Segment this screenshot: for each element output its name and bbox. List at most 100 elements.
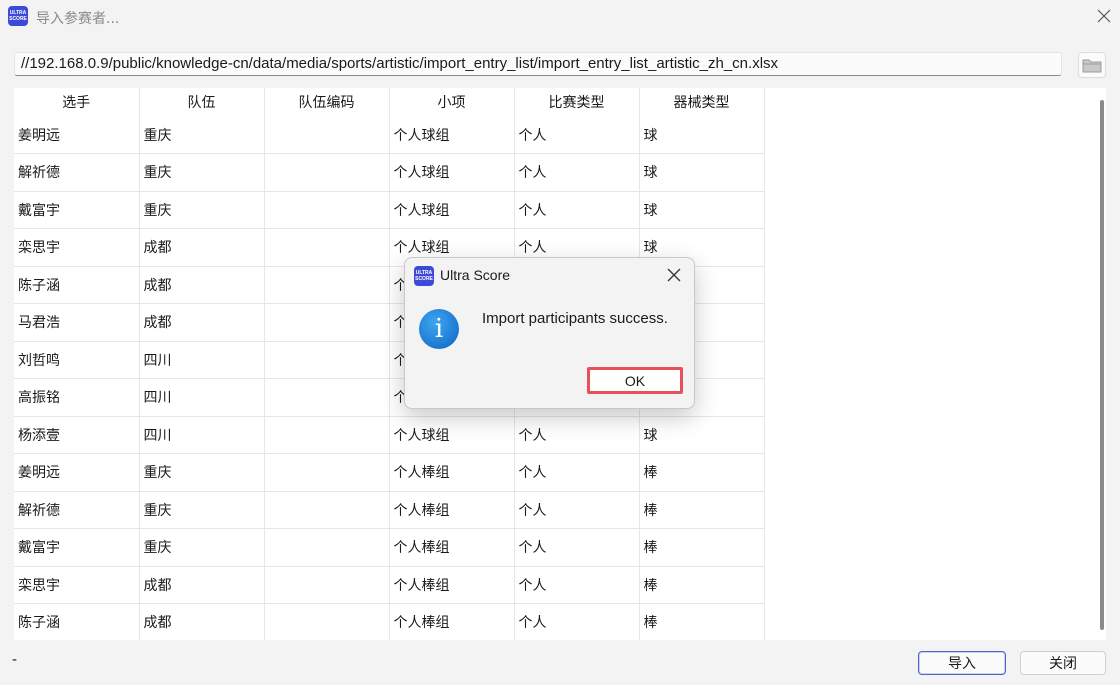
table-cell[interactable]: 栾思宇: [14, 566, 140, 604]
table-cell[interactable]: 球: [639, 191, 765, 229]
table-cell[interactable]: 高振铭: [14, 378, 140, 417]
table-cell[interactable]: 个人棒组: [389, 453, 515, 492]
table-cell[interactable]: [264, 453, 390, 492]
table-cell[interactable]: 个人球组: [389, 416, 515, 454]
table-cell[interactable]: [264, 266, 390, 304]
table-row[interactable]: 姜明远 重庆 个人球组 个人球: [14, 116, 765, 154]
table-cell[interactable]: 解祈德: [14, 153, 140, 192]
table-cell[interactable]: 棒: [639, 566, 765, 604]
table-cell[interactable]: 棒: [639, 453, 765, 492]
dialog-app-logo: ULTRA SCORE: [414, 266, 434, 286]
table-cell[interactable]: [264, 528, 390, 567]
table-row[interactable]: 姜明远 重庆 个人棒组 个人棒: [14, 453, 765, 492]
table-header-row: 选手 队伍 队伍编码 小项 比赛类型 器械类型: [14, 88, 765, 116]
window-close-button[interactable]: [1094, 6, 1114, 26]
table-cell[interactable]: 个人: [514, 153, 640, 192]
table-cell[interactable]: 戴富宇: [14, 191, 140, 229]
table-cell[interactable]: 球: [639, 416, 765, 454]
table-cell[interactable]: 重庆: [139, 116, 265, 154]
close-icon: [667, 268, 681, 282]
table-row[interactable]: 杨添壹 四川 个人球组 个人球: [14, 416, 765, 454]
table-cell[interactable]: 个人球组: [389, 191, 515, 229]
dialog-title: Ultra Score: [440, 267, 511, 283]
header-cell[interactable]: 队伍编码: [264, 88, 390, 116]
table-cell[interactable]: 个人: [514, 603, 640, 640]
table-cell[interactable]: [264, 378, 390, 417]
table-cell[interactable]: 个人: [514, 528, 640, 567]
folder-icon: [1082, 59, 1102, 73]
table-cell[interactable]: 刘哲鸣: [14, 341, 140, 379]
table-cell[interactable]: [264, 341, 390, 379]
table-cell[interactable]: [264, 491, 390, 529]
table-cell[interactable]: 栾思宇: [14, 228, 140, 267]
table-row[interactable]: 解祈德 重庆 个人球组 个人球: [14, 153, 765, 192]
table-cell[interactable]: [264, 228, 390, 267]
table-cell[interactable]: 姜明远: [14, 116, 140, 154]
dialog-close-button[interactable]: [665, 266, 683, 284]
table-cell[interactable]: 个人: [514, 453, 640, 492]
table-cell[interactable]: 个人: [514, 491, 640, 529]
table-cell[interactable]: 个人棒组: [389, 603, 515, 640]
table-cell[interactable]: 个人棒组: [389, 528, 515, 567]
table-cell[interactable]: 棒: [639, 603, 765, 640]
header-cell[interactable]: 选手: [14, 88, 140, 116]
table-cell[interactable]: 个人: [514, 416, 640, 454]
table-row[interactable]: 栾思宇 成都 个人棒组 个人棒: [14, 566, 765, 604]
table-cell[interactable]: 重庆: [139, 453, 265, 492]
table-cell[interactable]: 四川: [139, 378, 265, 417]
table-cell[interactable]: 个人: [514, 116, 640, 154]
table-cell[interactable]: 个人棒组: [389, 491, 515, 529]
header-cell[interactable]: 比赛类型: [514, 88, 640, 116]
table-cell[interactable]: 重庆: [139, 153, 265, 192]
table-cell[interactable]: 个人: [514, 191, 640, 229]
table-cell[interactable]: 四川: [139, 416, 265, 454]
table-cell[interactable]: 解祈德: [14, 491, 140, 529]
table-cell[interactable]: [264, 416, 390, 454]
header-cell[interactable]: 器械类型: [639, 88, 765, 116]
window-title: 导入参赛者...: [36, 11, 120, 27]
table-cell[interactable]: 球: [639, 116, 765, 154]
vertical-scrollbar[interactable]: [1100, 100, 1104, 630]
success-dialog: ULTRA SCORE Ultra Score i Import partici…: [404, 257, 695, 409]
table-cell[interactable]: [264, 153, 390, 192]
table-cell[interactable]: 棒: [639, 528, 765, 567]
table-cell[interactable]: 成都: [139, 603, 265, 640]
table-cell[interactable]: 个人球组: [389, 116, 515, 154]
title-bar: ULTRA SCORE 导入参赛者...: [0, 0, 1120, 36]
table-row[interactable]: 戴富宇 重庆 个人棒组 个人棒: [14, 528, 765, 567]
table-cell[interactable]: 马君浩: [14, 303, 140, 342]
table-row[interactable]: 解祈德 重庆 个人棒组 个人棒: [14, 491, 765, 529]
table-cell[interactable]: 戴富宇: [14, 528, 140, 567]
table-cell[interactable]: [264, 116, 390, 154]
table-cell[interactable]: [264, 191, 390, 229]
table-cell[interactable]: 姜明远: [14, 453, 140, 492]
table-cell[interactable]: 棒: [639, 491, 765, 529]
table-cell[interactable]: 重庆: [139, 528, 265, 567]
table-row[interactable]: 戴富宇 重庆 个人球组 个人球: [14, 191, 765, 229]
table-cell[interactable]: 陈子涵: [14, 266, 140, 304]
table-cell[interactable]: 个人棒组: [389, 566, 515, 604]
ok-button[interactable]: OK: [587, 367, 683, 394]
table-cell[interactable]: 个人球组: [389, 153, 515, 192]
table-cell[interactable]: 四川: [139, 341, 265, 379]
table-cell[interactable]: 杨添壹: [14, 416, 140, 454]
table-cell[interactable]: 陈子涵: [14, 603, 140, 640]
table-cell[interactable]: 球: [639, 153, 765, 192]
table-cell[interactable]: [264, 303, 390, 342]
table-cell[interactable]: 个人: [514, 566, 640, 604]
close-button[interactable]: 关闭: [1020, 651, 1106, 675]
table-row[interactable]: 陈子涵 成都 个人棒组 个人棒: [14, 603, 765, 640]
header-cell[interactable]: 小项: [389, 88, 515, 116]
table-cell[interactable]: 成都: [139, 266, 265, 304]
table-cell[interactable]: 重庆: [139, 191, 265, 229]
browse-folder-button[interactable]: [1078, 52, 1106, 78]
table-cell[interactable]: 成都: [139, 566, 265, 604]
table-cell[interactable]: [264, 603, 390, 640]
header-cell[interactable]: 队伍: [139, 88, 265, 116]
table-cell[interactable]: [264, 566, 390, 604]
table-cell[interactable]: 成都: [139, 303, 265, 342]
import-button[interactable]: 导入: [918, 651, 1006, 675]
table-cell[interactable]: 重庆: [139, 491, 265, 529]
file-path-input[interactable]: //192.168.0.9/public/knowledge-cn/data/m…: [14, 52, 1062, 76]
table-cell[interactable]: 成都: [139, 228, 265, 267]
